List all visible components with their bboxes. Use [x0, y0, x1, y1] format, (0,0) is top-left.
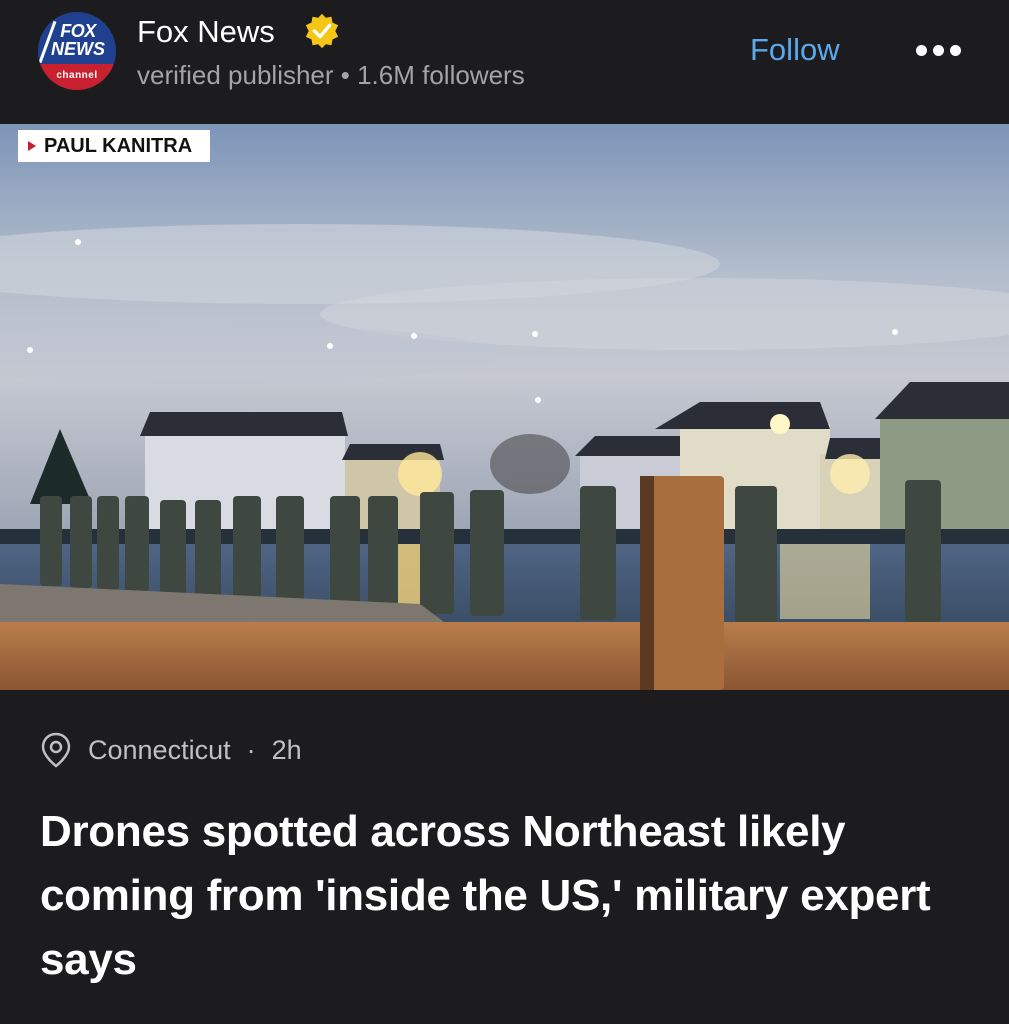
article-meta: Connecticut · 2h [40, 732, 302, 768]
article-card-body[interactable]: Connecticut · 2h Drones spotted across N… [0, 690, 1009, 1024]
follow-button[interactable]: Follow [750, 32, 840, 68]
publisher-name[interactable]: Fox News [137, 14, 275, 50]
article-age: 2h [271, 734, 302, 765]
more-options-icon[interactable] [916, 40, 964, 60]
meta-separator: · [246, 734, 256, 765]
article-image[interactable] [0, 124, 1009, 690]
article-location[interactable]: Connecticut [88, 735, 231, 766]
verified-badge-icon [305, 13, 339, 49]
publisher-header: FOX NEWS channel Fox News verified publi… [0, 0, 1009, 124]
publisher-meta: verified publisher • 1.6M followers [137, 60, 525, 90]
article-headline[interactable]: Drones spotted across Northeast likely c… [40, 800, 970, 992]
reporter-name-tag: PAUL KANITRA [18, 130, 211, 162]
fox-news-logo[interactable]: FOX NEWS channel [38, 12, 116, 90]
location-pin-icon [41, 732, 71, 768]
play-arrow-icon [28, 141, 36, 151]
